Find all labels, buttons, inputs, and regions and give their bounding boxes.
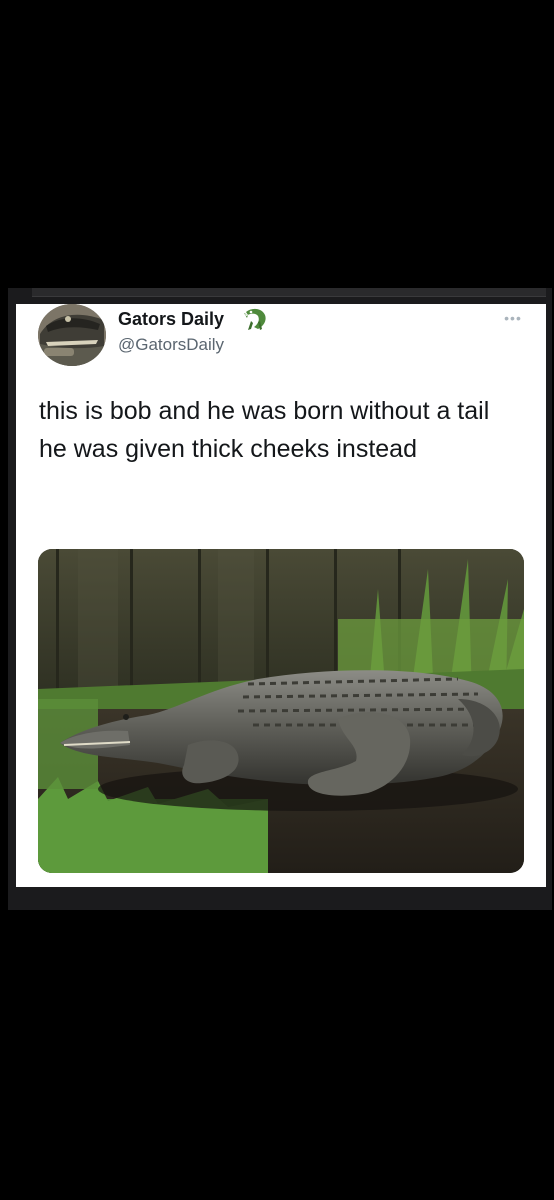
avatar[interactable] bbox=[38, 304, 106, 366]
more-options-button[interactable]: ••• bbox=[500, 308, 526, 328]
tweet-media[interactable] bbox=[38, 549, 524, 873]
tweet-card[interactable]: Gators Daily @GatorsDaily ••• this is bo… bbox=[16, 304, 546, 887]
crocodile-emoji-icon bbox=[244, 308, 266, 330]
tweet-text-line: he was given thick cheeks instead bbox=[39, 435, 417, 463]
more-dots-icon: ••• bbox=[504, 310, 522, 326]
tweet-text-line: this is bob and he was born without a ta… bbox=[39, 397, 490, 425]
display-name[interactable]: Gators Daily bbox=[118, 309, 224, 330]
frame-top-bar bbox=[32, 288, 546, 297]
alligator-photo bbox=[38, 549, 524, 873]
avatar-image bbox=[38, 304, 106, 366]
user-handle[interactable]: @GatorsDaily bbox=[118, 335, 224, 355]
tweet-text: this is bob and he was born without a ta… bbox=[39, 392, 529, 468]
